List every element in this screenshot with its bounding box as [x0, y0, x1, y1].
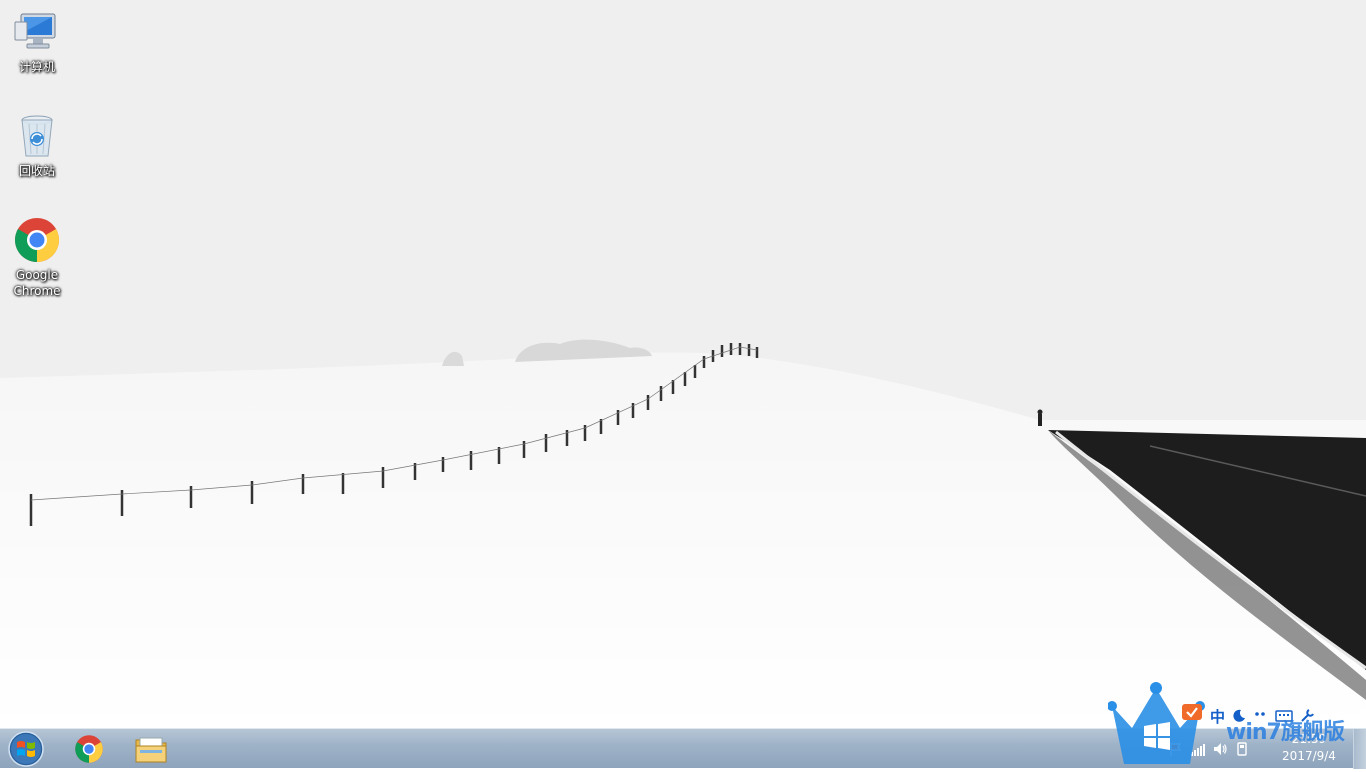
desktop-icon-recycle-bin[interactable]: 回收站 — [0, 112, 74, 179]
crown-windows-logo-icon — [1108, 682, 1205, 764]
folder-icon — [135, 737, 167, 763]
watermark: win7旗舰版 — [1108, 682, 1366, 768]
chrome-icon — [15, 218, 59, 262]
desktop-icon-computer[interactable]: 计算机 — [0, 8, 74, 75]
desktop[interactable]: 计算机 回收站 Google Chrome — [0, 0, 1366, 728]
desktop-icon-label: 回收站 — [18, 164, 55, 178]
desktop-icon-label: 计算机 — [18, 60, 55, 74]
watermark-text: win7旗舰版 — [1226, 720, 1345, 745]
recycle-bin-icon — [21, 115, 53, 157]
wallpaper-snow-road — [0, 0, 1366, 728]
taskbar-app-chrome[interactable] — [60, 730, 118, 768]
chrome-icon — [75, 735, 103, 763]
watermark-badge-icon — [1182, 704, 1202, 720]
taskbar-app-explorer[interactable] — [122, 730, 180, 768]
desktop-icon-label: Google Chrome — [13, 268, 61, 298]
desktop-icon-google-chrome[interactable]: Google Chrome — [0, 216, 74, 299]
windows-start-icon — [8, 731, 44, 767]
start-button[interactable] — [4, 730, 50, 768]
computer-icon — [14, 13, 56, 49]
